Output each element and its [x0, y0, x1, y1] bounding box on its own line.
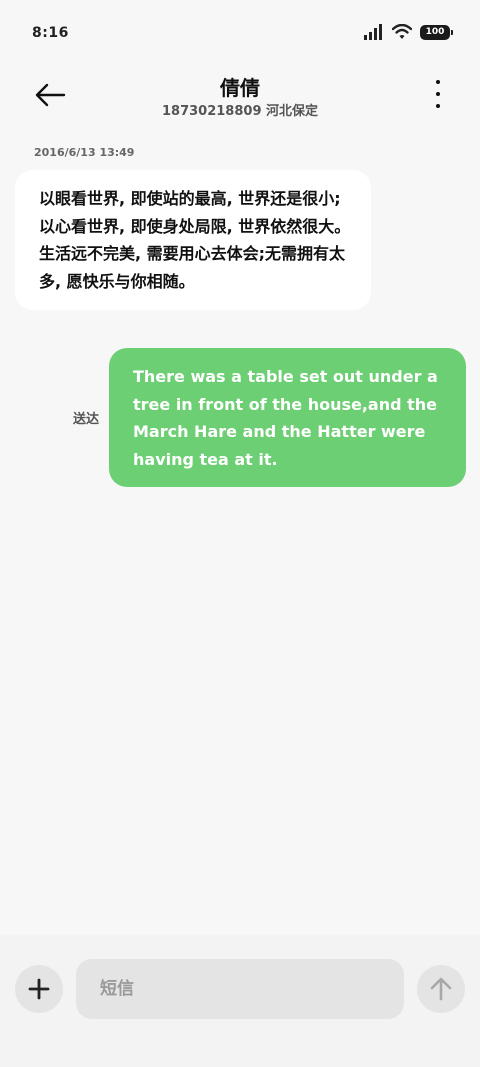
send-button[interactable] [417, 965, 465, 1013]
status-icons: 100 [364, 24, 453, 40]
more-options-button[interactable] [432, 80, 444, 108]
sent-status-label: 送达 [73, 412, 100, 427]
battery-level: 100 [425, 27, 445, 37]
plus-icon [28, 978, 50, 1000]
send-arrow-up-icon [430, 977, 452, 1001]
sms-input[interactable] [76, 959, 404, 1019]
conversation-header: 倩倩 18730218809 河北保定 [0, 68, 480, 128]
messaging-screen: 8:16 100 倩倩 18730218809 河北保定 2016/6/13 1… [0, 0, 480, 1067]
more-vertical-icon [436, 80, 440, 84]
signal-icon [364, 24, 382, 40]
wifi-icon [392, 24, 412, 39]
contact-info: 18730218809 河北保定 [161, 104, 319, 119]
received-message-bubble[interactable]: 以眼看世界, 即使站的最高, 世界还是很小;以心看世界, 即使身处局限, 世界依… [15, 170, 371, 310]
status-time: 8:16 [32, 25, 69, 41]
contact-name: 倩倩 [220, 76, 260, 100]
status-bar: 8:16 100 [0, 0, 480, 68]
battery-icon: 100 [420, 24, 453, 40]
message-timestamp: 2016/6/13 13:49 [34, 146, 135, 159]
composer-bar [0, 935, 480, 1067]
sent-message-bubble[interactable]: There was a table set out under a tree i… [109, 348, 466, 487]
add-attachment-button[interactable] [15, 965, 63, 1013]
